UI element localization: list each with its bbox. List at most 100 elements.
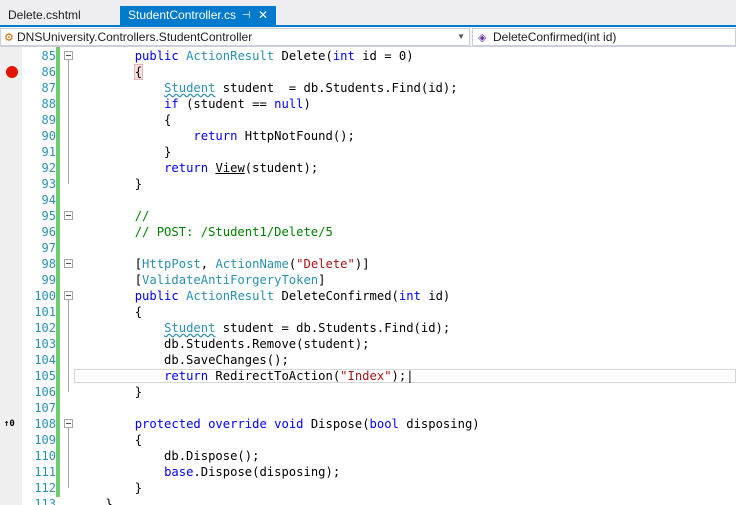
line-number: 85 [41, 49, 56, 63]
line-number: 105 [34, 369, 56, 383]
code-line[interactable]: 87 Student student = db.Students.Find(id… [0, 80, 736, 96]
code-line[interactable]: 113 } [0, 496, 736, 505]
code-text[interactable]: if (student == null) [76, 96, 311, 112]
collapse-icon[interactable] [64, 211, 73, 220]
class-icon: ⚙ [4, 32, 14, 44]
code-line[interactable]: 92 return View(student); [0, 160, 736, 176]
line-number: 107 [34, 401, 56, 415]
code-editor[interactable]: 85 public ActionResult Delete(int id = 0… [0, 47, 736, 505]
line-number: 92 [41, 161, 56, 175]
collapse-icon[interactable] [64, 51, 73, 60]
type-dropdown[interactable]: ⚙ DNSUniversity.Controllers.StudentContr… [0, 28, 470, 46]
line-number: 96 [41, 225, 56, 239]
code-line[interactable]: 111 base.Dispose(disposing); [0, 464, 736, 480]
line-number: 91 [41, 145, 56, 159]
line-number: 106 [34, 385, 56, 399]
code-text[interactable]: { [76, 64, 144, 80]
member-dropdown[interactable]: ◈ DeleteConfirmed(int id) [472, 28, 736, 46]
code-text[interactable]: db.Dispose(); [76, 448, 259, 464]
member-name: DeleteConfirmed(int id) [493, 30, 617, 44]
method-icon: ◈ [478, 32, 487, 44]
code-text[interactable]: return HttpNotFound(); [76, 128, 354, 144]
code-line[interactable]: 110 db.Dispose(); [0, 448, 736, 464]
code-line[interactable]: 108 ↑0 protected override void Dispose(bo… [0, 416, 736, 432]
override-marker-icon[interactable]: ↑0 [4, 416, 15, 432]
line-number: 87 [41, 81, 56, 95]
close-icon[interactable]: ✕ [258, 6, 268, 25]
code-line[interactable]: 99 [ValidateAntiForgeryToken] [0, 272, 736, 288]
code-text[interactable]: [HttpPost, ActionName("Delete")] [76, 256, 370, 272]
line-number: 97 [41, 241, 56, 255]
line-number: 90 [41, 129, 56, 143]
collapse-icon[interactable] [64, 419, 73, 428]
code-text[interactable]: } [76, 496, 112, 505]
code-line[interactable]: 91 } [0, 144, 736, 160]
code-text[interactable]: { [76, 112, 171, 128]
code-text[interactable]: { [76, 304, 142, 320]
line-number: 104 [34, 353, 56, 367]
code-text[interactable]: Student student = db.Students.Find(id); [76, 320, 450, 336]
fold-guide [68, 428, 69, 488]
type-path: DNSUniversity.Controllers.StudentControl… [17, 30, 253, 44]
code-line[interactable]: 93 } [0, 176, 736, 192]
line-number: 110 [34, 449, 56, 463]
code-text[interactable]: [ValidateAntiForgeryToken] [76, 272, 326, 288]
code-line[interactable]: 107 [0, 400, 736, 416]
code-text[interactable]: base.Dispose(disposing); [76, 464, 340, 480]
code-line[interactable]: 90 return HttpNotFound(); [0, 128, 736, 144]
code-line[interactable]: 109 { [0, 432, 736, 448]
code-line[interactable]: 100 public ActionResult DeleteConfirmed(… [0, 288, 736, 304]
line-number: 111 [34, 465, 56, 479]
line-number: 86 [41, 65, 56, 79]
code-line[interactable]: 86 { [0, 64, 736, 80]
tab-delete-cshtml[interactable]: Delete.cshtml [0, 6, 110, 25]
code-text[interactable]: Student student = db.Students.Find(id); [76, 80, 458, 96]
collapse-icon[interactable] [64, 291, 73, 300]
line-number: 101 [34, 305, 56, 319]
pin-icon[interactable]: ⊣ [242, 6, 251, 25]
line-number: 88 [41, 97, 56, 111]
collapse-icon[interactable] [64, 259, 73, 268]
code-line[interactable]: 102 Student student = db.Students.Find(i… [0, 320, 736, 336]
line-number: 102 [34, 321, 56, 335]
code-text[interactable]: } [76, 480, 142, 496]
line-number: 100 [34, 289, 56, 303]
code-text[interactable]: protected override void Dispose(bool dis… [76, 416, 480, 432]
code-line[interactable]: 106 } [0, 384, 736, 400]
code-line[interactable]: 98 [HttpPost, ActionName("Delete")] [0, 256, 736, 272]
document-tab-bar: Delete.cshtml StudentController.cs ⊣ ✕ [0, 0, 736, 25]
code-text[interactable]: { [76, 432, 142, 448]
code-text[interactable]: db.Students.Remove(student); [76, 336, 369, 352]
code-line[interactable]: 97 [0, 240, 736, 256]
code-line[interactable]: 103 db.Students.Remove(student); [0, 336, 736, 352]
code-line[interactable]: 85 public ActionResult Delete(int id = 0… [0, 48, 736, 64]
line-number: 113 [34, 497, 56, 505]
code-text[interactable]: db.SaveChanges(); [76, 352, 289, 368]
code-text[interactable]: public ActionResult Delete(int id = 0) [76, 48, 414, 64]
code-text[interactable]: } [76, 176, 142, 192]
line-number: 89 [41, 113, 56, 127]
code-text[interactable]: // [76, 208, 150, 224]
code-text[interactable]: return View(student); [76, 160, 318, 176]
code-line[interactable]: 105 return RedirectToAction("Index");| [0, 368, 736, 384]
code-text[interactable]: } [76, 144, 171, 160]
line-number: 108 [34, 417, 56, 431]
code-line[interactable]: 89 { [0, 112, 736, 128]
fold-guide [68, 300, 69, 392]
code-line[interactable]: 94 [0, 192, 736, 208]
code-line[interactable]: 95 // [0, 208, 736, 224]
chevron-down-icon[interactable]: ▼ [457, 29, 465, 45]
code-line[interactable]: 112 } [0, 480, 736, 496]
code-line[interactable]: 88 if (student == null) [0, 96, 736, 112]
line-number: 103 [34, 337, 56, 351]
code-text[interactable]: } [76, 384, 142, 400]
tab-label: Delete.cshtml [8, 8, 81, 22]
code-text[interactable]: return RedirectToAction("Index");| [76, 368, 414, 384]
code-text[interactable]: // POST: /Student1/Delete/5 [76, 224, 333, 240]
code-text[interactable]: public ActionResult DeleteConfirmed(int … [76, 288, 451, 304]
tab-student-controller[interactable]: StudentController.cs ⊣ ✕ [120, 6, 276, 25]
code-line[interactable]: 96 // POST: /Student1/Delete/5 [0, 224, 736, 240]
breakpoint-icon[interactable] [6, 66, 18, 78]
code-line[interactable]: 104 db.SaveChanges(); [0, 352, 736, 368]
code-line[interactable]: 101 { [0, 304, 736, 320]
